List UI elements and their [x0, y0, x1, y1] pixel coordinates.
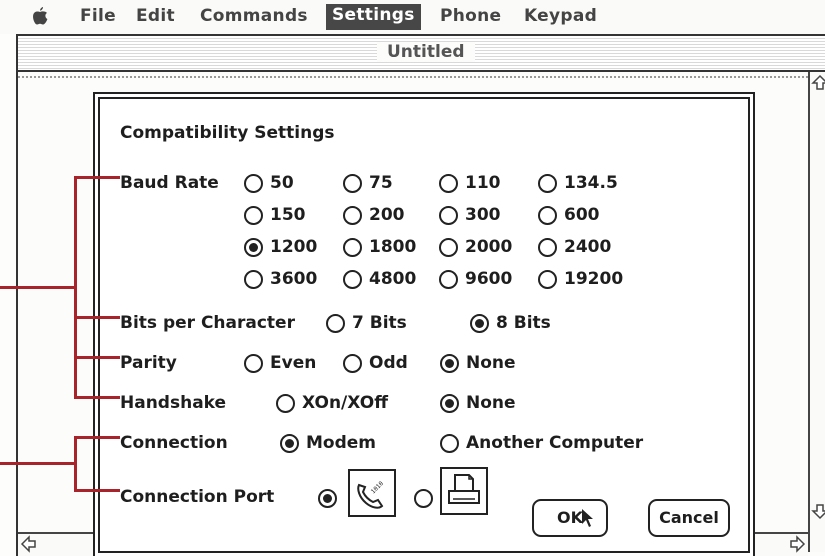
parity-even-radio[interactable]: Even	[244, 353, 316, 373]
radio-circle-icon	[343, 173, 362, 193]
radio-circle-icon	[538, 205, 557, 225]
radio-circle-icon	[439, 237, 458, 257]
baud-200-radio[interactable]: 200	[343, 205, 405, 225]
baud-150-radio[interactable]: 150	[244, 205, 306, 225]
radio-circle-icon	[276, 393, 295, 413]
radio-circle-icon	[470, 313, 489, 333]
radio-circle-icon	[280, 433, 299, 453]
menu-settings[interactable]: Settings	[326, 4, 421, 30]
menu-file[interactable]: File	[80, 6, 116, 26]
radio-circle-icon	[343, 269, 362, 289]
baud-1800-radio[interactable]: 1800	[343, 237, 416, 257]
baud-75-radio[interactable]: 75	[343, 173, 393, 193]
content-divider	[18, 76, 808, 78]
menu-commands[interactable]: Commands	[200, 6, 308, 26]
connection-modem-radio[interactable]: Modem	[280, 433, 376, 453]
annotation-line	[0, 462, 76, 465]
annotation-bracket	[74, 176, 77, 398]
baud-50-radio[interactable]: 50	[244, 173, 294, 193]
baud-rate-label: Baud Rate	[120, 173, 219, 193]
radio-circle-icon	[244, 269, 263, 289]
port-phone-radio[interactable]	[318, 489, 344, 508]
baud-19200-radio[interactable]: 19200	[538, 269, 623, 289]
radio-circle-icon	[439, 205, 458, 225]
ok-button[interactable]: OK	[532, 499, 608, 537]
compatibility-settings-dialog: Compatibility Settings Baud Rate Bits pe…	[98, 97, 750, 553]
scroll-down-arrow-icon[interactable]	[811, 502, 825, 520]
baud-3600-radio[interactable]: 3600	[244, 269, 317, 289]
parity-odd-radio[interactable]: Odd	[343, 353, 408, 373]
scroll-left-arrow-icon[interactable]	[20, 535, 38, 553]
port-printer-radio[interactable]	[414, 489, 440, 508]
connection-another-computer-radio[interactable]: Another Computer	[440, 433, 643, 453]
svg-text:1010: 1010	[370, 480, 385, 495]
radio-circle-icon	[538, 237, 557, 257]
window-title-bar[interactable]: Untitled	[18, 36, 825, 72]
connection-port-label: Connection Port	[120, 487, 275, 507]
annotation-tick	[74, 176, 120, 179]
scroll-right-arrow-icon[interactable]	[788, 535, 806, 553]
radio-circle-icon	[244, 353, 263, 373]
printer-port-icon[interactable]	[440, 467, 488, 515]
radio-circle-icon	[440, 393, 459, 413]
radio-circle-icon	[244, 205, 263, 225]
scroll-up-arrow-icon[interactable]	[811, 74, 825, 92]
radio-circle-icon	[440, 353, 459, 373]
baud-2400-radio[interactable]: 2400	[538, 237, 611, 257]
radio-circle-icon	[440, 433, 459, 453]
menu-edit[interactable]: Edit	[136, 6, 175, 26]
baud-134-5-radio[interactable]: 134.5	[538, 173, 618, 193]
baud-4800-radio[interactable]: 4800	[343, 269, 416, 289]
parity-none-radio[interactable]: None	[440, 353, 516, 373]
handshake-none-radio[interactable]: None	[440, 393, 516, 413]
radio-circle-icon	[343, 205, 362, 225]
menu-keypad[interactable]: Keypad	[524, 6, 597, 26]
handshake-xon-xoff-radio[interactable]: XOn/XOff	[276, 393, 388, 413]
menu-phone[interactable]: Phone	[440, 6, 501, 26]
parity-label: Parity	[120, 353, 177, 373]
menu-bar: File Edit Commands Settings Phone Keypad	[0, 0, 825, 34]
baud-9600-radio[interactable]: 9600	[439, 269, 512, 289]
bits-per-character-label: Bits per Character	[120, 313, 295, 333]
handshake-label: Handshake	[120, 393, 227, 413]
radio-circle-icon	[538, 269, 557, 289]
arrow-cursor-icon	[582, 509, 593, 527]
radio-circle-icon	[439, 173, 458, 193]
vertical-scrollbar[interactable]	[808, 72, 825, 552]
radio-circle-icon	[439, 269, 458, 289]
annotation-tick	[74, 489, 120, 492]
dialog-title: Compatibility Settings	[120, 123, 335, 143]
cancel-button[interactable]: Cancel	[648, 499, 730, 537]
radio-circle-icon	[244, 173, 263, 193]
radio-circle-icon	[538, 173, 557, 193]
connection-label: Connection	[120, 433, 228, 453]
radio-circle-icon	[326, 313, 345, 333]
radio-circle-icon	[414, 489, 433, 508]
apple-icon[interactable]	[32, 7, 48, 25]
annotation-tick	[74, 316, 120, 319]
annotation-tick	[74, 396, 120, 399]
baud-110-radio[interactable]: 110	[439, 173, 501, 193]
annotation-tick	[74, 356, 120, 359]
radio-circle-icon	[343, 237, 362, 257]
radio-circle-icon	[343, 353, 362, 373]
bits-7-radio[interactable]: 7 Bits	[326, 313, 407, 333]
baud-2000-radio[interactable]: 2000	[439, 237, 512, 257]
window-title: Untitled	[377, 42, 475, 62]
baud-1200-radio[interactable]: 1200	[244, 237, 317, 257]
phone-port-icon[interactable]: 1010	[348, 469, 396, 517]
bits-8-radio[interactable]: 8 Bits	[470, 313, 551, 333]
annotation-bracket	[74, 436, 77, 492]
radio-circle-icon	[244, 237, 263, 257]
annotation-tick	[74, 436, 120, 439]
baud-300-radio[interactable]: 300	[439, 205, 501, 225]
baud-600-radio[interactable]: 600	[538, 205, 600, 225]
annotation-line	[0, 286, 76, 289]
radio-circle-icon	[318, 489, 337, 508]
